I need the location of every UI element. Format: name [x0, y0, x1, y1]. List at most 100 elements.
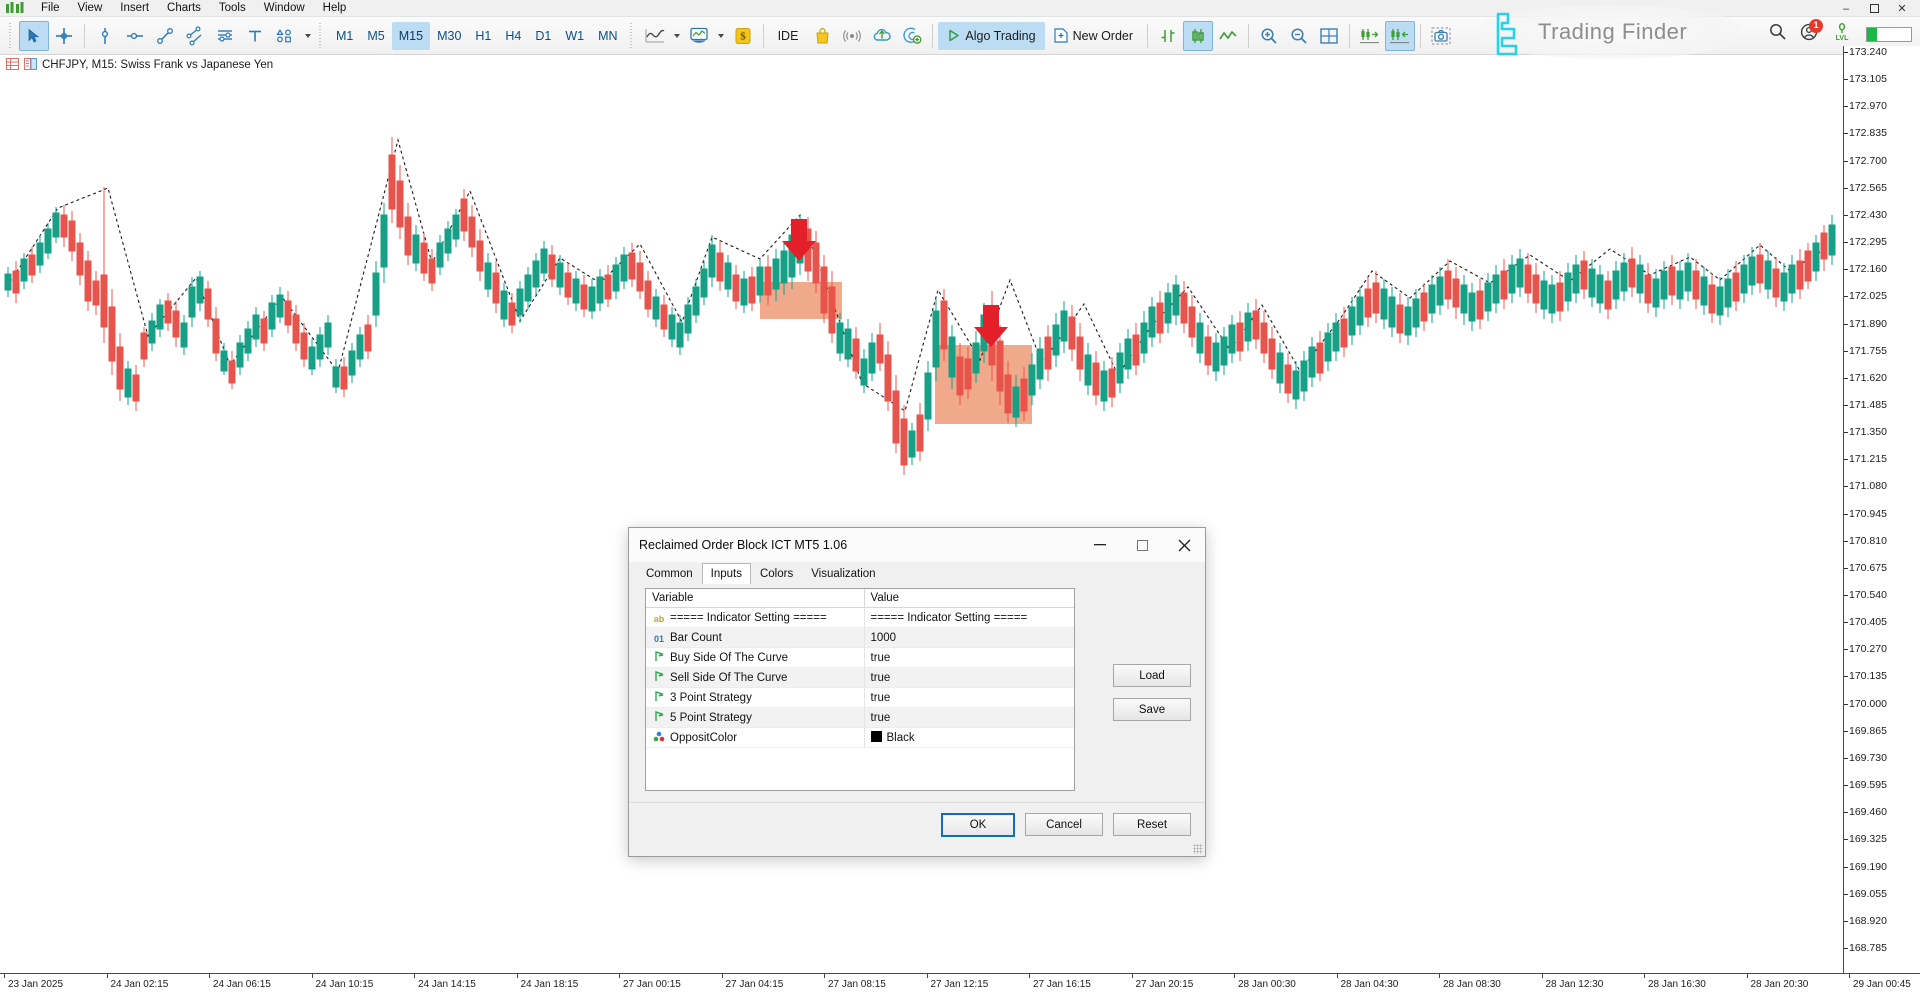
- indicators-button[interactable]: [684, 21, 714, 51]
- candle: [29, 247, 35, 283]
- new-order-button[interactable]: New Order: [1045, 22, 1142, 50]
- bar-chart-type-button[interactable]: [1153, 21, 1183, 51]
- shapes-dropdown-button[interactable]: [300, 21, 314, 51]
- period-h1-button[interactable]: H1: [468, 22, 498, 50]
- time-label: 27 Jan 00:15: [623, 979, 681, 990]
- dialog-close-button[interactable]: [1163, 528, 1205, 562]
- reset-button[interactable]: Reset: [1113, 813, 1191, 836]
- period-m15-button[interactable]: M15: [392, 22, 430, 50]
- period-m5-button[interactable]: M5: [360, 22, 391, 50]
- zoom-out-button[interactable]: [1284, 21, 1314, 51]
- zoom-in-button[interactable]: [1254, 21, 1284, 51]
- tab-common[interactable]: Common: [637, 563, 702, 584]
- row-value[interactable]: true: [864, 708, 1074, 728]
- minimize-button[interactable]: –: [1832, 1, 1860, 16]
- indicators-dropdown-button[interactable]: [714, 21, 728, 51]
- menu-item-file[interactable]: File: [32, 1, 69, 15]
- row-variable: 5 Point Strategy: [670, 712, 752, 724]
- indicator-properties-dialog[interactable]: Reclaimed Order Block ICT MT5 1.06 Commo…: [628, 527, 1206, 857]
- price-scale[interactable]: 173.240173.105172.970172.835172.700172.5…: [1843, 46, 1920, 973]
- chart-shift-button[interactable]: [1385, 21, 1415, 51]
- row-value[interactable]: true: [864, 668, 1074, 688]
- maximize-button[interactable]: [1860, 1, 1888, 16]
- signals-button[interactable]: [837, 21, 867, 51]
- search-icon[interactable]: [1769, 23, 1786, 45]
- candle: [733, 265, 739, 309]
- line-chart-dropdown-button[interactable]: [670, 21, 684, 51]
- mql5-cloud-button[interactable]: [867, 21, 897, 51]
- candle: [93, 271, 99, 315]
- time-label: 27 Jan 20:15: [1136, 979, 1194, 990]
- menu-item-charts[interactable]: Charts: [158, 1, 210, 15]
- fibonacci-tool-button[interactable]: [210, 21, 240, 51]
- ok-button[interactable]: OK: [941, 813, 1015, 837]
- price-label: 172.835: [1849, 127, 1887, 139]
- algo-trading-button[interactable]: Algo Trading: [938, 22, 1044, 50]
- price-tick: [1844, 894, 1848, 895]
- account-icon[interactable]: 1: [1800, 23, 1818, 46]
- row-value[interactable]: ===== Indicator Setting =====: [864, 608, 1074, 628]
- price-tick: [1844, 351, 1848, 352]
- row-value[interactable]: true: [864, 688, 1074, 708]
- menu-item-view[interactable]: View: [69, 1, 112, 15]
- candle: [741, 271, 747, 313]
- equidistant-channel-tool-button[interactable]: [180, 21, 210, 51]
- menu-item-insert[interactable]: Insert: [111, 1, 158, 15]
- toolbar-grip-2[interactable]: [318, 23, 325, 49]
- market-button[interactable]: [807, 21, 837, 51]
- price-label: 169.055: [1849, 888, 1887, 900]
- cursor-tool-button[interactable]: [19, 21, 49, 51]
- chart-window-icon[interactable]: [24, 58, 37, 73]
- toolbar-grip-3[interactable]: [629, 23, 636, 49]
- row-value[interactable]: 1000: [864, 628, 1074, 648]
- menu-item-help[interactable]: Help: [314, 1, 356, 15]
- price-tick: [1844, 106, 1848, 107]
- time-scale[interactable]: 23 Jan 202524 Jan 02:1524 Jan 06:1524 Ja…: [0, 973, 1920, 996]
- inputs-grid[interactable]: Variable Value ab===== Indicator Setting…: [645, 588, 1075, 791]
- candle: [1397, 293, 1403, 343]
- period-m1-button[interactable]: M1: [329, 22, 360, 50]
- dialog-maximize-button[interactable]: [1121, 528, 1163, 562]
- dialog-title-bar[interactable]: Reclaimed Order Block ICT MT5 1.06: [629, 528, 1205, 562]
- shapes-tool-button[interactable]: [270, 21, 300, 51]
- line-chart-button[interactable]: [1213, 21, 1243, 51]
- vertical-line-tool-button[interactable]: [90, 21, 120, 51]
- crosshair-tool-button[interactable]: [49, 21, 79, 51]
- ide-button[interactable]: IDE: [769, 22, 808, 50]
- line-chart-type-button[interactable]: [640, 21, 670, 51]
- horizontal-line-tool-button[interactable]: [120, 21, 150, 51]
- period-w1-button[interactable]: W1: [558, 22, 591, 50]
- candlestick-chart-type-button[interactable]: [1183, 21, 1213, 51]
- candle: [1061, 301, 1067, 353]
- save-button[interactable]: Save: [1113, 698, 1191, 721]
- auto-scroll-button[interactable]: [1355, 21, 1385, 51]
- period-mn-button[interactable]: MN: [591, 22, 624, 50]
- tab-visualization[interactable]: Visualization: [802, 563, 884, 584]
- chart-grid-button[interactable]: [1314, 21, 1344, 51]
- period-m30-button[interactable]: M30: [430, 22, 468, 50]
- candle: [1549, 275, 1555, 323]
- one-click-trading-button[interactable]: $: [728, 21, 758, 51]
- vps-hosting-button[interactable]: [897, 21, 927, 51]
- candle: [1269, 327, 1275, 379]
- candle: [173, 301, 179, 347]
- level-icon[interactable]: LVL: [1832, 22, 1852, 46]
- cancel-button[interactable]: Cancel: [1025, 813, 1103, 836]
- trendline-tool-button[interactable]: [150, 21, 180, 51]
- close-button[interactable]: ✕: [1888, 1, 1916, 16]
- resize-grip[interactable]: [1193, 844, 1203, 854]
- toolbar-grip-1[interactable]: [8, 23, 15, 49]
- row-value[interactable]: true: [864, 648, 1074, 668]
- text-tool-button[interactable]: [240, 21, 270, 51]
- tab-inputs[interactable]: Inputs: [702, 563, 751, 585]
- price-label: 172.160: [1849, 263, 1887, 275]
- period-d1-button[interactable]: D1: [528, 22, 558, 50]
- load-button[interactable]: Load: [1113, 664, 1191, 687]
- menu-item-window[interactable]: Window: [255, 1, 314, 15]
- dialog-minimize-button[interactable]: [1079, 528, 1121, 562]
- screenshot-button[interactable]: [1426, 21, 1456, 51]
- period-h4-button[interactable]: H4: [498, 22, 528, 50]
- menu-item-tools[interactable]: Tools: [210, 1, 255, 15]
- tab-colors[interactable]: Colors: [751, 563, 802, 584]
- data-window-icon[interactable]: [6, 58, 19, 73]
